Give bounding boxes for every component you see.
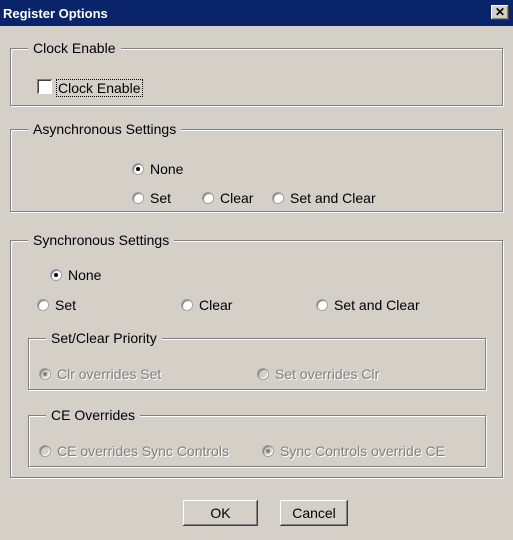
async-settings-legend: Asynchronous Settings: [28, 121, 182, 137]
ce-overrides-sync-label: CE overrides Sync Controls: [57, 443, 229, 459]
ce-radio-ce-overrides-sync[interactable]: CE overrides Sync Controls: [40, 443, 255, 459]
async-radio-clear[interactable]: Clear: [203, 190, 273, 206]
close-icon: ✕: [494, 5, 506, 19]
priority-radio-clr-overrides-set[interactable]: Clr overrides Set: [40, 366, 190, 382]
set-clear-priority-group: Set/Clear Priority Clr overrides Set Set…: [28, 330, 486, 390]
radio-selected-dot: [266, 449, 270, 453]
clock-enable-group: Clock Enable Clock Enable: [10, 40, 503, 106]
radio-selected-dot: [43, 372, 47, 376]
radio-selected-dot: [136, 167, 140, 171]
sync-set-and-clear-label: Set and Clear: [334, 297, 420, 313]
clr-overrides-set-label: Clr overrides Set: [57, 366, 162, 382]
sync-clear-label: Clear: [199, 297, 233, 313]
title-bar: Register Options ✕: [0, 0, 513, 26]
radio-button[interactable]: [40, 446, 50, 456]
clock-enable-checkbox[interactable]: [37, 79, 52, 94]
radio-button[interactable]: [203, 193, 213, 203]
sync-settings-group: Synchronous Settings None Set Clear Set …: [10, 232, 503, 478]
radio-button[interactable]: [51, 270, 61, 280]
close-button[interactable]: ✕: [491, 5, 509, 20]
cancel-button[interactable]: Cancel: [280, 500, 348, 526]
sync-radio-set[interactable]: Set: [38, 297, 98, 313]
sync-radio-clear[interactable]: Clear: [182, 297, 252, 313]
sync-radio-set-and-clear[interactable]: Set and Clear: [317, 297, 437, 313]
clock-enable-legend: Clock Enable: [28, 40, 121, 56]
async-set-label: Set: [150, 190, 172, 206]
radio-button[interactable]: [263, 446, 273, 456]
async-set-and-clear-label: Set and Clear: [290, 190, 376, 206]
async-radio-none[interactable]: None: [133, 161, 203, 177]
ce-radio-sync-override-ce[interactable]: Sync Controls override CE: [263, 443, 478, 459]
window-title: Register Options: [3, 6, 108, 21]
set-overrides-clr-label: Set overrides Clr: [275, 366, 380, 382]
ok-button[interactable]: OK: [183, 500, 258, 526]
sync-override-ce-label: Sync Controls override CE: [280, 443, 445, 459]
radio-button[interactable]: [182, 300, 192, 310]
sync-set-label: Set: [55, 297, 77, 313]
radio-button[interactable]: [133, 193, 143, 203]
sync-none-label: None: [68, 267, 102, 283]
priority-radio-set-overrides-clr[interactable]: Set overrides Clr: [258, 366, 408, 382]
async-radio-set[interactable]: Set: [133, 190, 193, 206]
radio-selected-dot: [54, 273, 58, 277]
radio-button[interactable]: [133, 164, 143, 174]
ce-overrides-group: CE Overrides CE overrides Sync Controls …: [28, 407, 486, 467]
sync-settings-legend: Synchronous Settings: [28, 232, 175, 248]
async-radio-set-and-clear[interactable]: Set and Clear: [273, 190, 393, 206]
radio-button[interactable]: [40, 369, 50, 379]
clock-enable-label[interactable]: Clock Enable: [56, 79, 143, 97]
sync-radio-none[interactable]: None: [51, 267, 121, 283]
radio-button[interactable]: [317, 300, 327, 310]
set-clear-priority-legend: Set/Clear Priority: [46, 330, 162, 346]
async-clear-label: Clear: [220, 190, 254, 206]
radio-button[interactable]: [273, 193, 283, 203]
ce-overrides-legend: CE Overrides: [46, 407, 141, 423]
radio-button[interactable]: [38, 300, 48, 310]
radio-button[interactable]: [258, 369, 268, 379]
async-none-label: None: [150, 161, 184, 177]
async-settings-group: Asynchronous Settings None Set Clear Set…: [10, 121, 503, 212]
